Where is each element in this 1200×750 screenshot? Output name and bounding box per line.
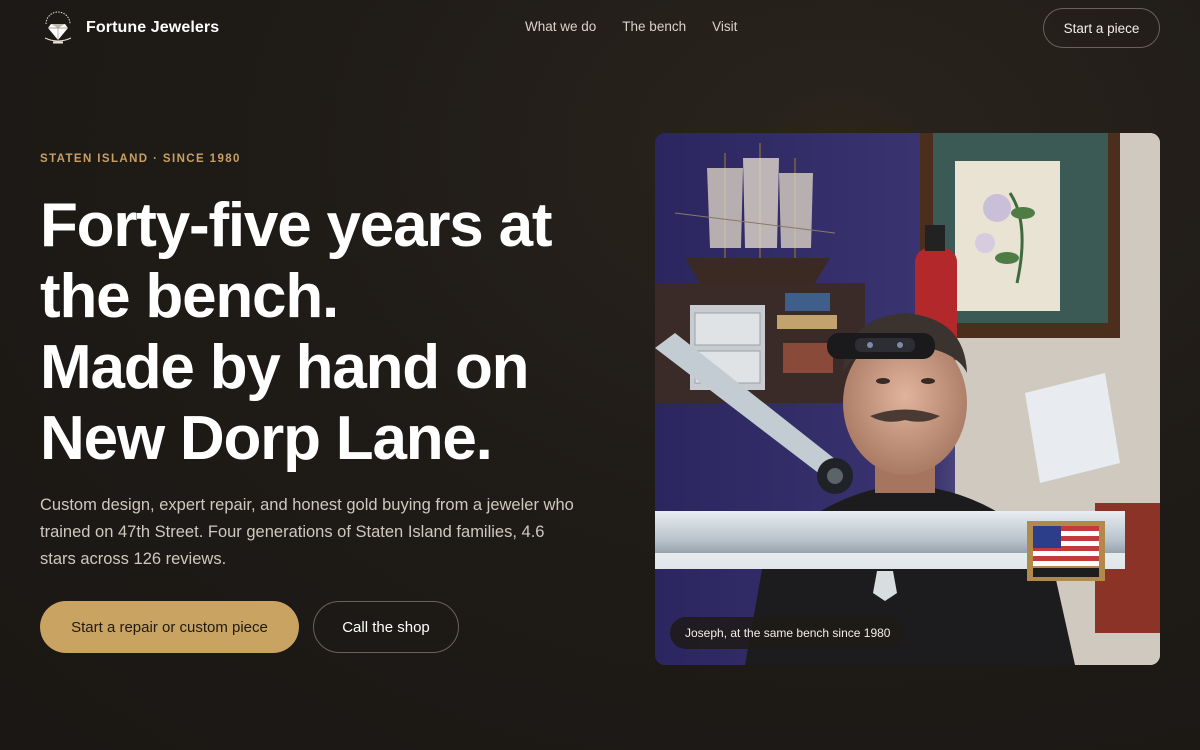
call-shop-button[interactable]: Call the shop (313, 601, 459, 653)
headline-line-1: Forty-five years at (40, 191, 553, 260)
jeweler-photo: Joseph, at the same bench since 1980 (655, 133, 1160, 665)
jeweler-photo-illustration (655, 133, 1160, 665)
headline-line-4: New Dorp Lane. (40, 404, 493, 473)
hero-subtext: Custom design, expert repair, and honest… (40, 496, 574, 568)
nav-the-bench[interactable]: The bench (622, 19, 686, 34)
nav-visit[interactable]: Visit (712, 19, 737, 34)
photo-caption: Joseph, at the same bench since 1980 (670, 617, 906, 649)
brand-name: Fortune Jewelers (86, 19, 220, 36)
start-a-piece-button[interactable]: Start a piece (1043, 8, 1160, 48)
main-nav: What we do The bench Visit (525, 19, 763, 34)
site-header: Fortune Jewelers What we do The bench Vi… (0, 0, 1200, 56)
headline-line-2: the bench. (40, 262, 339, 331)
brand[interactable]: Fortune Jewelers (40, 11, 219, 45)
hero-headline: Forty-five years at the bench. Made by h… (40, 190, 640, 474)
headline-line-3: Made by hand on (40, 333, 530, 402)
nav-what-we-do[interactable]: What we do (525, 19, 596, 34)
start-repair-button[interactable]: Start a repair or custom piece (40, 601, 299, 653)
hero-eyebrow: STATEN ISLAND · SINCE 1980 (40, 153, 241, 165)
diamond-logo-icon (44, 11, 72, 44)
